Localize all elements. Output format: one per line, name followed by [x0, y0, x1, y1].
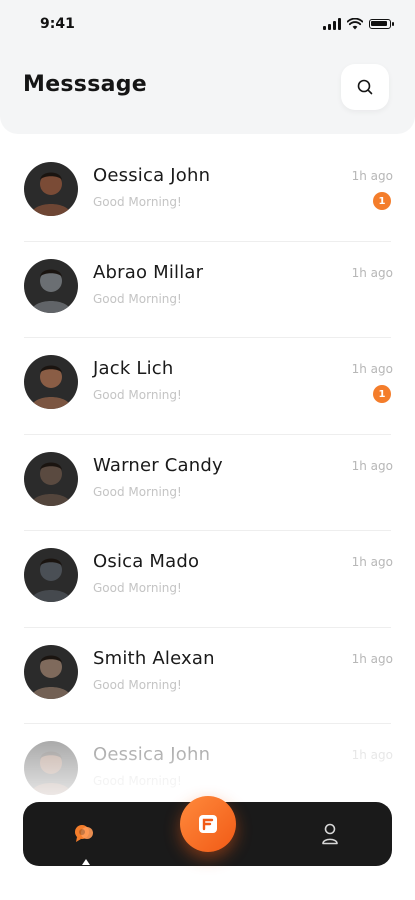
search-icon: [357, 79, 373, 95]
message-time: 1h ago: [351, 169, 393, 183]
message-preview: Good Morning!: [93, 581, 182, 595]
message-preview: Good Morning!: [93, 774, 182, 788]
message-preview: Good Morning!: [93, 677, 182, 692]
status-icons: [323, 18, 394, 30]
tab-messages[interactable]: [73, 822, 95, 848]
avatar[interactable]: [24, 644, 78, 699]
tab-profile[interactable]: [321, 823, 339, 849]
person-photo-icon: [24, 162, 78, 216]
conversation-row[interactable]: Abrao Millar Good Morning! 1h ago: [0, 242, 415, 338]
avatar[interactable]: [24, 451, 78, 506]
person-photo-icon: [24, 644, 78, 699]
contact-name: Jack Lich: [93, 358, 174, 379]
person-photo-icon: [24, 741, 78, 795]
message-time: 1h ago: [351, 362, 393, 376]
status-bar: 9:41: [0, 0, 415, 52]
message-preview: Good Morning!: [93, 291, 182, 306]
wifi-icon: [347, 18, 363, 30]
unread-badge: 1: [373, 192, 391, 210]
contact-name: Smith Alexan: [93, 647, 215, 669]
conversation-row[interactable]: Smith Alexan Good Morning! 1h ago: [0, 628, 415, 724]
message-preview: Good Morning!: [93, 388, 182, 402]
contact-name: Oessica John: [93, 165, 211, 186]
conversation-row[interactable]: Oessica John Good Morning! 1h ago 1: [0, 145, 415, 242]
message-time: 1h ago: [351, 458, 393, 473]
contact-name: Abrao Millar: [93, 261, 204, 283]
avatar[interactable]: [24, 258, 78, 313]
contact-name: Osica Mado: [93, 551, 200, 572]
compose-button[interactable]: [180, 796, 236, 852]
message-time: 1h ago: [351, 555, 393, 569]
avatar[interactable]: [24, 162, 78, 216]
person-photo-icon: [24, 451, 78, 506]
avatar[interactable]: [24, 741, 78, 795]
user-icon: [322, 823, 338, 845]
avatar[interactable]: [24, 548, 78, 602]
status-time: 9:41: [40, 16, 75, 32]
conversation-list: Oessica John Good Morning! 1h ago 1 Abrao Mi…: [0, 145, 415, 821]
conversation-row[interactable]: Jack Lich Good Morning! 1h ago 1: [0, 338, 415, 435]
message-time: 1h ago: [351, 651, 393, 666]
person-photo-icon: [24, 355, 78, 409]
person-photo-icon: [24, 258, 78, 313]
cellular-signal-icon: [323, 18, 341, 30]
page-title: Messsage: [23, 72, 148, 97]
message-time: 1h ago: [351, 748, 393, 762]
conversation-row[interactable]: Warner Candy Good Morning! 1h ago: [0, 435, 415, 531]
message-preview: Good Morning!: [93, 484, 182, 499]
chat-bubble-icon: [75, 825, 93, 842]
contact-name: Oessica John: [93, 744, 211, 765]
conversation-row[interactable]: Osica Mado Good Morning! 1h ago: [0, 531, 415, 628]
person-photo-icon: [24, 548, 78, 602]
message-preview: Good Morning!: [93, 195, 182, 209]
compose-icon: [199, 815, 217, 833]
avatar[interactable]: [24, 355, 78, 409]
message-time: 1h ago: [351, 265, 393, 280]
battery-icon: [369, 19, 394, 29]
search-button[interactable]: [341, 64, 389, 110]
contact-name: Warner Candy: [93, 454, 223, 476]
unread-badge: 1: [373, 385, 391, 403]
